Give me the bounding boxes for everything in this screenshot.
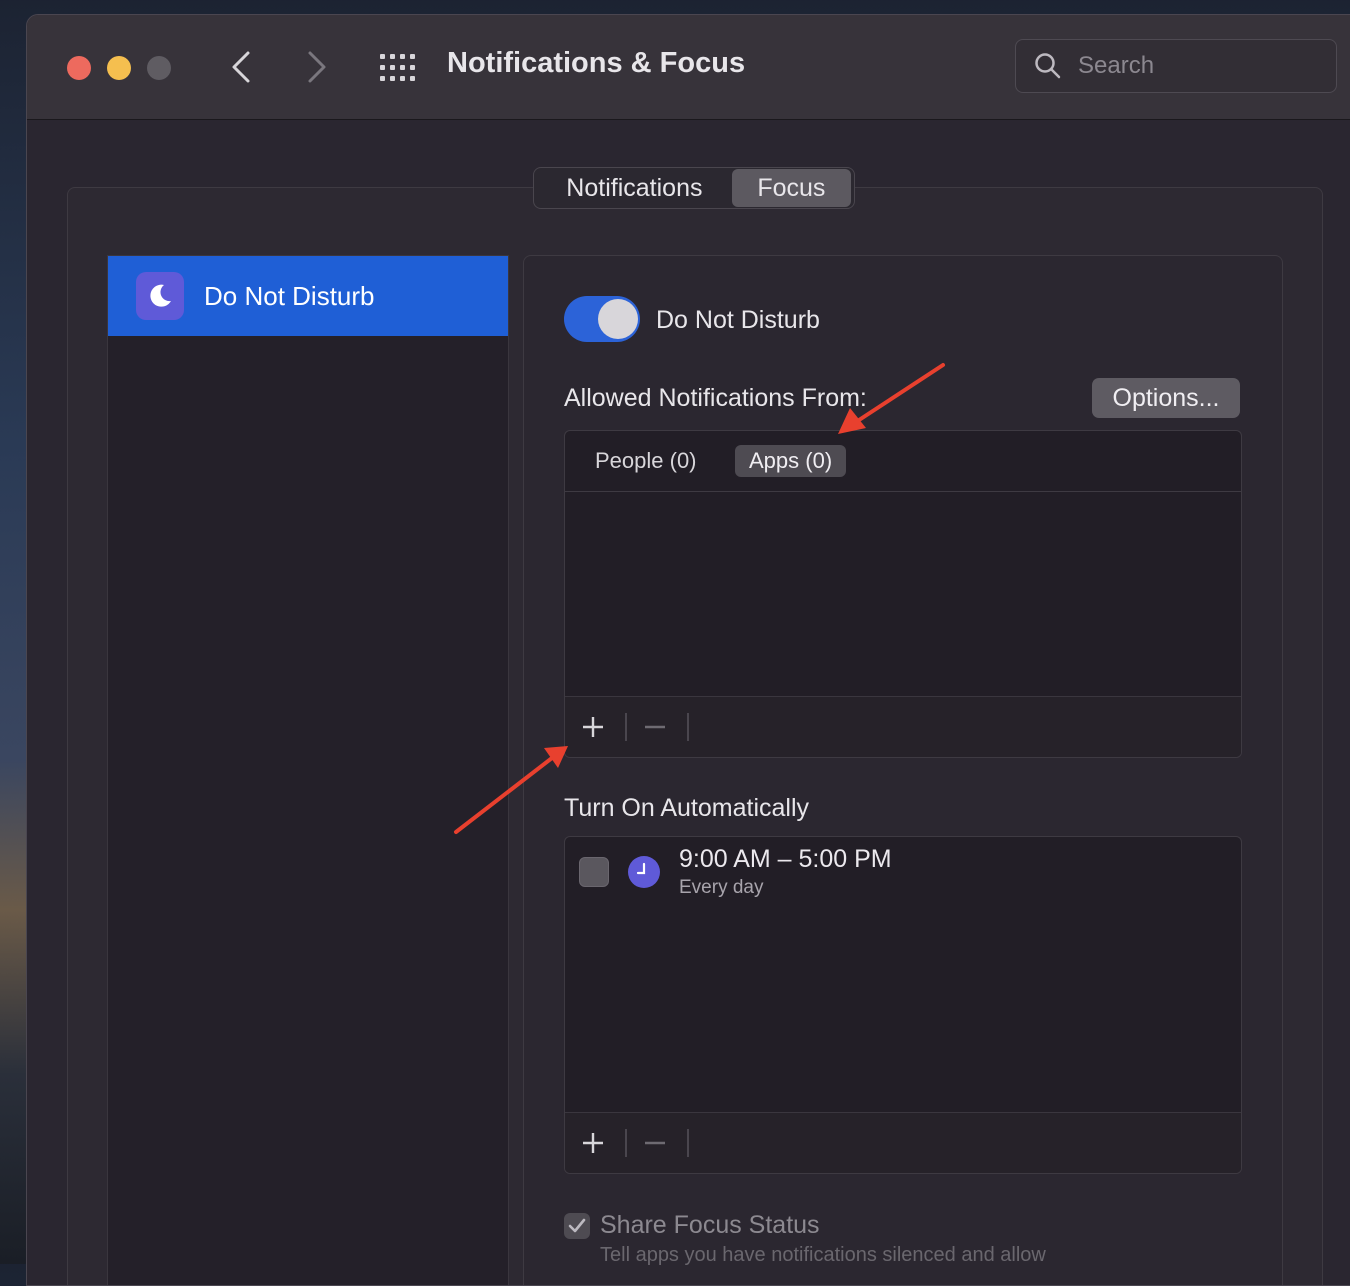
- chevron-right-icon: [308, 51, 326, 83]
- toggle-knob: [598, 299, 638, 339]
- schedule-checkbox[interactable]: [579, 857, 609, 887]
- divider: [687, 713, 689, 741]
- remove-schedule-button[interactable]: [635, 1125, 675, 1161]
- search-field[interactable]: [1015, 39, 1337, 93]
- remove-allowed-button[interactable]: [635, 709, 675, 745]
- allowed-list: People (0) Apps (0): [564, 430, 1242, 758]
- divider: [625, 1129, 627, 1157]
- main-tab-control: Notifications Focus: [533, 167, 855, 209]
- clock-icon: [628, 856, 660, 888]
- plus-icon: [583, 1133, 603, 1153]
- forward-button[interactable]: [299, 49, 335, 85]
- minus-icon: [645, 725, 665, 729]
- divider: [687, 1129, 689, 1157]
- allowed-subtabs: People (0) Apps (0): [565, 431, 1241, 492]
- sidebar-item-do-not-disturb[interactable]: Do Not Disturb: [108, 256, 508, 336]
- list-item[interactable]: 9:00 AM – 5:00 PM Every day: [565, 837, 1241, 907]
- moon-icon: [136, 272, 184, 320]
- minus-icon: [645, 1141, 665, 1145]
- schedule-list-footer: [565, 1112, 1241, 1173]
- toggle-label: Do Not Disturb: [656, 306, 820, 334]
- search-icon: [1035, 53, 1061, 79]
- close-button[interactable]: [67, 56, 91, 80]
- sidebar-item-label: Do Not Disturb: [204, 280, 375, 311]
- allowed-list-footer: [565, 696, 1241, 757]
- add-allowed-button[interactable]: [573, 709, 613, 745]
- subtab-apps[interactable]: Apps (0): [735, 445, 847, 477]
- add-schedule-button[interactable]: [573, 1125, 613, 1161]
- minimize-button[interactable]: [107, 56, 131, 80]
- turn-on-automatically-label: Turn On Automatically: [564, 794, 810, 822]
- zoom-button[interactable]: [147, 56, 171, 80]
- subtab-people[interactable]: People (0): [581, 445, 711, 477]
- allowed-notifications-label: Allowed Notifications From:: [564, 384, 867, 412]
- share-focus-status-checkbox[interactable]: [564, 1213, 590, 1239]
- divider: [625, 713, 627, 741]
- title-bar: Notifications & Focus: [27, 15, 1350, 120]
- search-input[interactable]: [1076, 51, 1300, 81]
- checkmark-icon: [568, 1218, 586, 1233]
- focus-sidebar: Do Not Disturb: [107, 255, 509, 1285]
- schedule-list: 9:00 AM – 5:00 PM Every day: [564, 836, 1242, 1174]
- tab-notifications[interactable]: Notifications: [537, 169, 732, 207]
- tab-focus[interactable]: Focus: [731, 169, 851, 207]
- chevron-left-icon: [232, 51, 250, 83]
- share-focus-status-label: Share Focus Status: [600, 1211, 820, 1239]
- schedule-time: 9:00 AM – 5:00 PM: [679, 845, 892, 873]
- window-title: Notifications & Focus: [447, 47, 746, 79]
- plus-icon: [583, 717, 603, 737]
- focus-detail-panel: Do Not Disturb Allowed Notifications Fro…: [523, 255, 1283, 1285]
- do-not-disturb-toggle[interactable]: [564, 296, 640, 342]
- schedule-repeat: Every day: [679, 877, 764, 898]
- back-button[interactable]: [223, 49, 259, 85]
- options-button[interactable]: Options...: [1092, 378, 1240, 418]
- show-all-grid-icon[interactable]: [379, 53, 417, 83]
- system-preferences-window: Notifications & Focus Notifications Focu…: [26, 14, 1350, 1286]
